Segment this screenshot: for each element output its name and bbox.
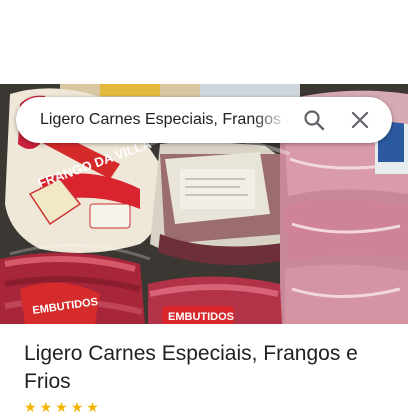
close-icon xyxy=(351,111,369,129)
search-input[interactable]: Ligero Carnes Especiais, Frangos e Frios xyxy=(40,111,288,129)
clear-search-button[interactable] xyxy=(340,100,380,140)
search-icon xyxy=(304,110,325,131)
star-icon: ★ xyxy=(24,400,37,415)
package-label-embutidos-2: EMBUTIDOS xyxy=(168,311,234,323)
star-icon: ★ xyxy=(55,400,68,415)
star-icon: ★ xyxy=(70,400,84,415)
search-button[interactable] xyxy=(294,100,334,140)
top-blank-area xyxy=(0,0,408,84)
star-icon: ★ xyxy=(39,400,53,415)
search-bar[interactable]: Ligero Carnes Especiais, Frangos e Frios xyxy=(16,97,392,143)
star-icon: ★ xyxy=(86,400,99,415)
rating-stars[interactable]: ★ ★ ★ ★ ★ xyxy=(24,400,99,420)
place-title: Ligero Carnes Especiais, Frangos e Frios xyxy=(24,342,358,393)
